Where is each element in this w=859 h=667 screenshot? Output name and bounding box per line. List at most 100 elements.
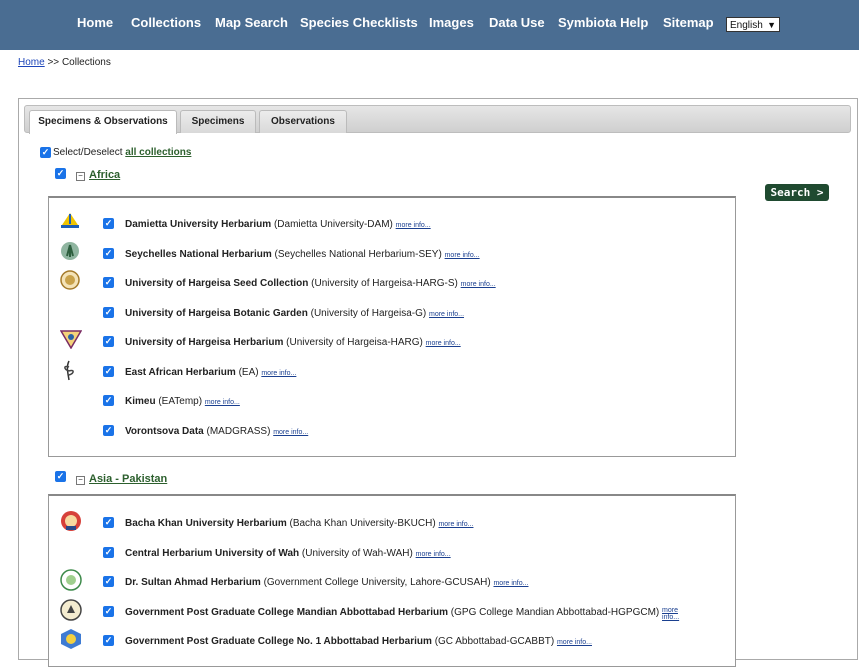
collection-checkbox[interactable]: ✓ <box>103 247 114 259</box>
group-africa-link[interactable]: Africa <box>89 169 120 181</box>
gcu-seal-icon <box>60 569 82 596</box>
collection-name: Vorontsova Data <box>125 425 204 437</box>
plant-sketch-icon <box>60 359 78 386</box>
more-info-link[interactable]: more info... <box>273 429 308 436</box>
tab-specimens-observations[interactable]: Specimens & Observations <box>29 110 177 134</box>
select-all-link[interactable]: all collections <box>125 147 191 158</box>
search-button[interactable]: Search > <box>765 184 829 201</box>
collapse-africa-icon[interactable]: − <box>76 172 85 181</box>
nav-species-checklists[interactable]: Species Checklists <box>300 15 418 30</box>
more-info-link-line2: info... <box>662 613 680 621</box>
chevron-down-icon: ▼ <box>767 20 776 30</box>
collection-row: Central Herbarium University of Wah (Uni… <box>125 548 451 559</box>
nav-images[interactable]: Images <box>429 15 474 30</box>
collection-checkbox[interactable]: ✓ <box>103 277 114 288</box>
collection-code: (University of Hargeisa-HARG-S) <box>311 278 458 289</box>
collection-name: University of Hargeisa Seed Collection <box>125 278 309 289</box>
collection-row: University of Hargeisa Herbarium (Univer… <box>125 337 461 348</box>
select-all-prefix: Select/Deselect <box>53 147 123 158</box>
collection-row: Government Post Graduate College Mandian… <box>125 607 679 621</box>
collection-name: Government Post Graduate College No. 1 A… <box>125 636 432 647</box>
collection-checkbox[interactable]: ✓ <box>103 635 114 646</box>
collection-name: Damietta University Herbarium <box>125 219 272 230</box>
collection-code: (University of Wah-WAH) <box>301 547 413 559</box>
seychelles-logo-icon <box>60 241 80 266</box>
hargeisa-shield-icon <box>59 329 83 354</box>
collection-code: (Seychelles National Herbarium-SEY) <box>274 248 442 260</box>
collection-code: (Government College University, Lahore-G… <box>263 577 491 588</box>
collection-checkbox[interactable]: ✓ <box>103 576 114 587</box>
collection-row: University of Hargeisa Seed Collection (… <box>125 278 496 289</box>
breadcrumb-home-link[interactable]: Home <box>18 57 45 68</box>
collection-row: Damietta University Herbarium (Damietta … <box>125 219 431 230</box>
collection-checkbox[interactable]: ✓ <box>103 546 114 558</box>
collection-row: Seychelles National Herbarium (Seychelle… <box>125 249 480 260</box>
collection-name: Government Post Graduate College Mandian… <box>125 606 449 618</box>
collection-checkbox[interactable]: ✓ <box>103 395 114 406</box>
more-info-link[interactable]: more info... <box>445 252 480 259</box>
group-asia-pakistan-checkbox[interactable]: ✓ <box>55 471 66 482</box>
nav-data-use[interactable]: Data Use <box>489 15 545 30</box>
more-info-link[interactable]: more info... <box>438 521 473 528</box>
collection-code: (MADGRASS) <box>206 425 271 437</box>
collection-checkbox[interactable]: ✓ <box>103 218 114 229</box>
gpgc-no1-logo-icon <box>60 628 82 655</box>
collection-name: Kimeu <box>125 396 156 407</box>
more-info-link[interactable]: more info... <box>557 639 592 646</box>
nav-symbiota-help[interactable]: Symbiota Help <box>558 15 648 30</box>
more-info-link[interactable]: more info... <box>426 340 461 347</box>
collection-name: University of Hargeisa Botanic Garden <box>125 307 308 319</box>
collection-checkbox[interactable]: ✓ <box>103 605 114 617</box>
group-africa-checkbox[interactable]: ✓ <box>55 168 66 179</box>
collection-name: Seychelles National Herbarium <box>125 248 272 260</box>
more-info-link[interactable]: more info... <box>416 551 451 558</box>
more-info-link[interactable]: more info... <box>493 580 528 587</box>
nav-sitemap[interactable]: Sitemap <box>663 15 714 30</box>
tab-bar: Specimens & Observations Specimens Obser… <box>24 105 851 134</box>
collection-code: (EATemp) <box>158 396 203 407</box>
collection-row: University of Hargeisa Botanic Garden (U… <box>125 308 464 319</box>
collection-row: Bacha Khan University Herbarium (Bacha K… <box>125 518 473 529</box>
more-info-link[interactable]: more info... <box>662 607 679 621</box>
collection-checkbox[interactable]: ✓ <box>103 306 114 318</box>
collection-code: (Damietta University-DAM) <box>273 219 393 230</box>
collapse-asia-pakistan-icon[interactable]: − <box>76 476 85 485</box>
nav-home[interactable]: Home <box>77 15 113 30</box>
nav-map-search[interactable]: Map Search <box>215 15 288 30</box>
collection-checkbox[interactable]: ✓ <box>103 336 114 347</box>
tab-specimens[interactable]: Specimens <box>180 110 256 133</box>
collection-checkbox[interactable]: ✓ <box>103 365 114 377</box>
more-info-link[interactable]: more info... <box>396 222 431 229</box>
collection-name: Dr. Sultan Ahmad Herbarium <box>125 577 261 588</box>
select-all-checkbox[interactable]: ✓ <box>40 147 51 158</box>
collection-name: University of Hargeisa Herbarium <box>125 337 284 348</box>
select-all-label: Select/Deselect all collections <box>53 147 191 158</box>
group-africa-name: Africa <box>89 169 121 181</box>
collection-row: Vorontsova Data (MADGRASS) more info... <box>125 426 308 437</box>
collection-code: (University of Hargeisa-HARG) <box>286 337 423 348</box>
collection-name: East African Herbarium <box>125 366 236 378</box>
more-info-link[interactable]: more info... <box>261 370 296 377</box>
africa-collections-box <box>48 196 736 457</box>
language-select[interactable]: English ▼ <box>726 17 780 32</box>
collection-checkbox[interactable]: ✓ <box>103 424 114 436</box>
breadcrumb: Home >> Collections <box>18 57 111 68</box>
hargeisa-seal-icon <box>60 270 80 295</box>
collection-name: Central Herbarium University of Wah <box>125 547 300 559</box>
breadcrumb-current: Collections <box>61 57 111 68</box>
collection-checkbox[interactable]: ✓ <box>103 517 114 528</box>
nav-collections[interactable]: Collections <box>131 15 201 30</box>
more-info-link[interactable]: more info... <box>429 311 464 318</box>
collection-code: (EA) <box>238 366 259 378</box>
damietta-logo-icon <box>60 211 80 234</box>
more-info-link[interactable]: more info... <box>461 281 496 288</box>
collection-code: (University of Hargeisa-G) <box>310 307 427 319</box>
gpgc-mandian-logo-icon <box>60 598 82 626</box>
more-info-link[interactable]: more info... <box>205 399 240 406</box>
collection-code: (GPG College Mandian Abbottabad-HGPGCM) <box>450 606 660 618</box>
collection-row: Kimeu (EATemp) more info... <box>125 396 240 407</box>
collection-row: Dr. Sultan Ahmad Herbarium (Government C… <box>125 577 528 588</box>
tab-observations[interactable]: Observations <box>259 110 347 133</box>
group-asia-pakistan-link[interactable]: Asia - Pakistan <box>89 473 167 485</box>
collection-code: (GC Abbottabad-GCABBT) <box>434 636 555 647</box>
